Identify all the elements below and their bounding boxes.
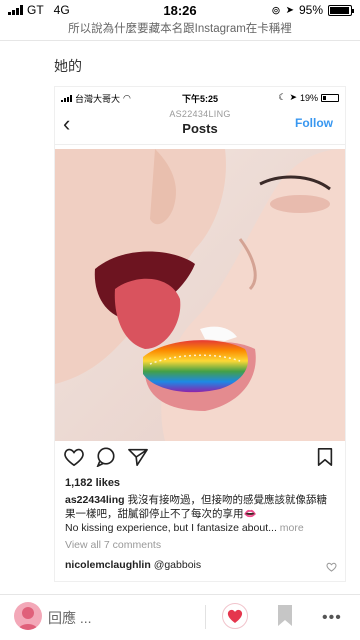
comment-row: nicolemclaughlin @gabbois xyxy=(65,559,337,571)
bottom-separator xyxy=(205,605,206,629)
orientation-lock-icon: ⊚ xyxy=(271,4,281,17)
battery-icon xyxy=(328,4,354,16)
comment-text: @gabbois xyxy=(153,559,202,571)
status-right: ⊚ ➤ 95% xyxy=(271,3,354,17)
caption-more-link[interactable]: more xyxy=(280,522,304,534)
inner-battery-icon xyxy=(321,93,339,102)
comment-icon[interactable] xyxy=(95,447,121,471)
heart-button[interactable] xyxy=(222,603,248,629)
post-text: 她的 xyxy=(54,58,82,74)
more-options-icon[interactable]: ••• xyxy=(322,609,342,627)
heart-icon xyxy=(227,609,243,623)
bookmark-button[interactable] xyxy=(276,604,294,628)
comment-username[interactable]: nicolemclaughlin xyxy=(65,559,151,571)
status-bar: GT 4G 18:26 ⊚ ➤ 95% xyxy=(0,0,360,20)
comment-like-icon[interactable] xyxy=(326,559,337,577)
bottom-bar: 回應 ... ••• xyxy=(0,595,360,640)
thread-title: 所以說為什麼要藏本名跟Instagram在卡稱裡 xyxy=(68,23,292,35)
reply-input[interactable]: 回應 ... xyxy=(48,608,92,628)
location-icon: ➤ xyxy=(285,4,294,16)
ig-nav-bar: ‹ AS22434LING Posts Follow xyxy=(55,107,345,143)
header-divider xyxy=(0,40,360,41)
likes-count: 1,182 likes xyxy=(65,477,121,489)
follow-button[interactable]: Follow xyxy=(295,116,333,130)
post-actions xyxy=(55,447,345,473)
ig-nav-divider xyxy=(55,144,345,145)
bookmark-icon xyxy=(278,605,292,626)
caption-username[interactable]: as22434ling xyxy=(65,494,125,506)
inner-battery-label: 19% xyxy=(299,92,318,103)
inner-status-right: ☾ ➤ 19% xyxy=(278,92,339,103)
battery-label: 95% xyxy=(298,3,323,17)
post-photo[interactable] xyxy=(55,149,345,441)
inner-location-icon: ➤ xyxy=(289,92,297,102)
avatar[interactable] xyxy=(14,602,42,630)
share-icon[interactable] xyxy=(127,447,153,471)
like-icon[interactable] xyxy=(63,447,89,471)
save-icon[interactable] xyxy=(315,447,341,471)
post-caption: as22434ling 我沒有接吻過，但接吻的感覺應該就像舔糖果一樣吧，甜膩卻停… xyxy=(65,493,337,535)
post-photo-art xyxy=(55,149,345,441)
embedded-screenshot[interactable]: 台灣大哥大 ◠ 下午5:25 ☾ ➤ 19% ‹ AS22434LING Pos… xyxy=(54,86,346,582)
view-all-comments-link[interactable]: View all 7 comments xyxy=(65,539,161,551)
inner-status-bar: 台灣大哥大 ◠ 下午5:25 ☾ ➤ 19% xyxy=(55,91,345,105)
caption-text-en: No kissing experience, but I fantasize a… xyxy=(65,522,277,534)
moon-icon: ☾ xyxy=(278,92,287,102)
